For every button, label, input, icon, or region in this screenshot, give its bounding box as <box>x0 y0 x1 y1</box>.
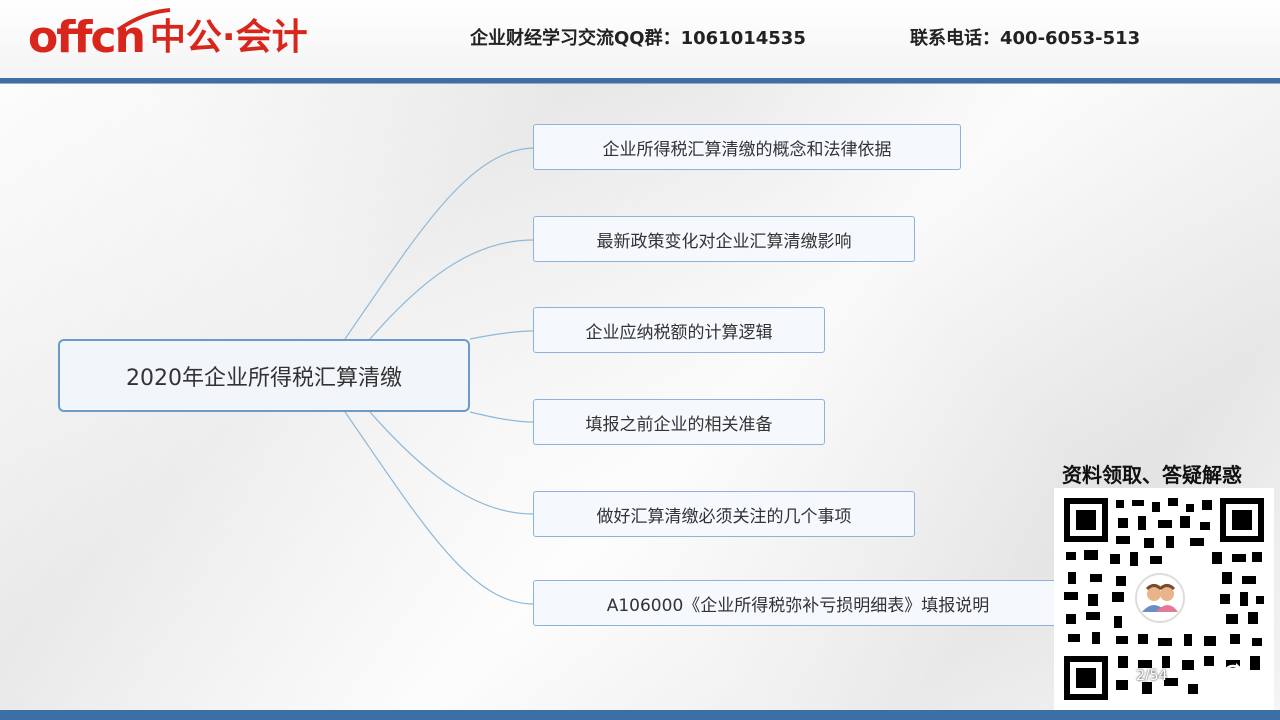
page-counter: 2/54 <box>1136 668 1168 684</box>
qq-group-text: 企业财经学习交流QQ群：1061014535 <box>470 28 806 49</box>
mindmap-root-node: 2020年企业所得税汇算清缴 <box>58 339 470 412</box>
mindmap-branch-2: 最新政策变化对企业汇算清缴影响 <box>533 216 915 262</box>
phone-text: 联系电话：400-6053-513 <box>910 28 1141 49</box>
mindmap-branch-3: 企业应纳税额的计算逻辑 <box>533 307 825 353</box>
mindmap-branch-1: 企业所得税汇算清缴的概念和法律依据 <box>533 124 961 170</box>
offcn-logo: offcn 中公·会计 <box>28 6 308 66</box>
mindmap-branch-4: 填报之前企业的相关准备 <box>533 399 825 445</box>
header-bar: offcn 中公·会计 企业财经学习交流QQ群：1061014535 联系电话：… <box>0 0 1280 78</box>
footer-bar <box>0 710 1280 720</box>
refresh-icon[interactable] <box>1218 660 1248 690</box>
mindmap-branch-6: A106000《企业所得税弥补亏损明细表》填报说明 <box>533 580 1063 626</box>
mindmap-branch-5: 做好汇算清缴必须关注的几个事项 <box>533 491 915 537</box>
logo-swoosh-icon <box>116 8 171 32</box>
qr-title: 资料领取、答疑解惑 <box>1062 463 1242 487</box>
avatar <box>1135 573 1185 623</box>
